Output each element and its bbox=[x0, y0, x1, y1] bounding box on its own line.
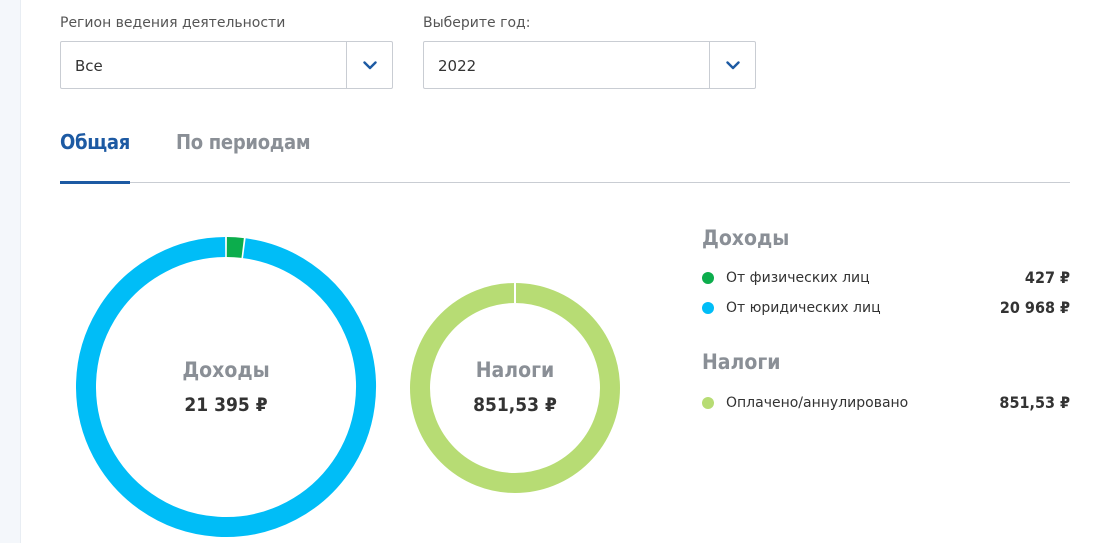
legend-item-label: От юридических лиц bbox=[726, 300, 881, 316]
legend-income-title: Доходы bbox=[702, 226, 790, 250]
region-select[interactable]: Все bbox=[60, 41, 393, 89]
legend-taxes-title: Налоги bbox=[702, 350, 781, 374]
legend-dot-blue bbox=[702, 302, 714, 314]
left-sidebar-strip bbox=[0, 0, 21, 543]
legend-item-paid-cancelled: Оплачено/аннулировано 851,53 ₽ bbox=[702, 393, 1070, 414]
income-donut-title: Доходы bbox=[182, 358, 270, 382]
year-select[interactable]: 2022 bbox=[423, 41, 756, 89]
income-donut-total: 21 395 ₽ bbox=[184, 394, 268, 416]
legend-item-label: Оплачено/аннулировано bbox=[726, 395, 909, 411]
legend-item-value: 851,53 ₽ bbox=[999, 393, 1070, 412]
income-segment-0 bbox=[226, 237, 244, 258]
chevron-down-icon bbox=[725, 60, 740, 69]
taxes-donut-title: Налоги bbox=[475, 358, 555, 382]
legend-item-label: От физических лиц bbox=[726, 270, 870, 286]
income-donut-chart bbox=[76, 237, 376, 537]
taxes-donut-chart bbox=[410, 283, 620, 493]
tab-general[interactable]: Общая bbox=[60, 130, 130, 184]
view-tabs: Общая По периодам bbox=[60, 120, 1070, 184]
legend-dot-green bbox=[702, 272, 714, 284]
chevron-down-icon bbox=[362, 60, 377, 69]
region-filter-label: Регион ведения деятельности bbox=[60, 15, 286, 31]
legend-item-value: 427 ₽ bbox=[1024, 268, 1070, 287]
region-dropdown-toggle[interactable] bbox=[346, 42, 392, 88]
income-segment-1 bbox=[76, 237, 376, 537]
legend-item-legal-entities: От юридических лиц 20 968 ₽ bbox=[702, 298, 1070, 319]
region-select-value: Все bbox=[75, 57, 103, 75]
legend-item-value: 20 968 ₽ bbox=[999, 298, 1070, 317]
tab-by-periods[interactable]: По периодам bbox=[176, 130, 311, 181]
year-dropdown-toggle[interactable] bbox=[709, 42, 755, 88]
year-select-value: 2022 bbox=[438, 57, 477, 75]
taxes-donut-total: 851,53 ₽ bbox=[473, 394, 557, 416]
legend-dot-light-green bbox=[702, 397, 714, 409]
legend-item-individuals: От физических лиц 427 ₽ bbox=[702, 268, 1070, 289]
taxes-segment-0 bbox=[410, 283, 620, 493]
year-filter-label: Выберите год: bbox=[423, 15, 531, 31]
